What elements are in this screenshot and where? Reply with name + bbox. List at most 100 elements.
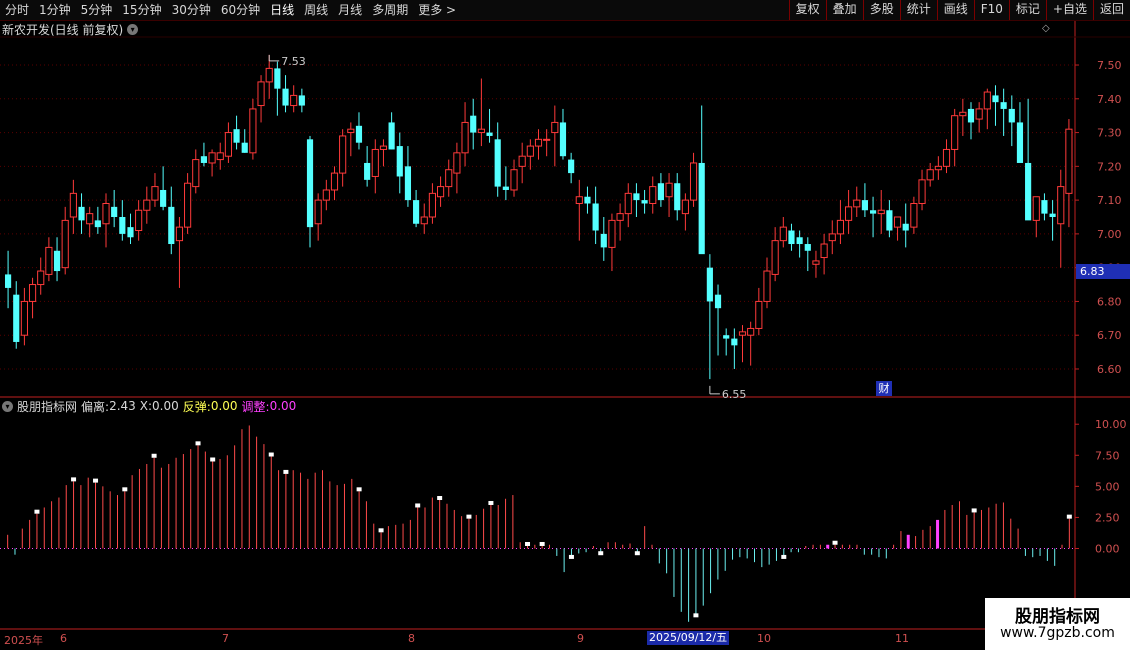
- candle-body: [184, 182, 192, 228]
- signal-marker: [488, 500, 494, 505]
- candle-body: [45, 246, 53, 275]
- candle-body: [918, 179, 926, 204]
- candle-body: [526, 145, 534, 157]
- candle-body: [257, 81, 265, 107]
- candle-body: [600, 233, 607, 248]
- candle-body: [330, 172, 339, 191]
- candle-body: [37, 270, 45, 286]
- candle-body: [1025, 162, 1032, 221]
- candle-body: [534, 138, 543, 147]
- candle-body: [470, 115, 477, 133]
- x-label: X:: [139, 399, 153, 413]
- signal-marker: [634, 551, 640, 556]
- candle-body: [747, 327, 755, 336]
- signal-marker: [268, 452, 274, 457]
- signal-marker: [832, 540, 838, 545]
- y-tick-label: 7.40: [1097, 93, 1122, 106]
- y-tick-label: 0.00: [1095, 542, 1120, 555]
- candle-body: [5, 274, 12, 288]
- candle-body: [641, 200, 648, 204]
- year-label: 2025年: [4, 634, 43, 647]
- candle-body: [388, 122, 395, 150]
- signal-marker: [93, 478, 99, 483]
- candle-body: [306, 139, 314, 228]
- candle-body: [265, 67, 273, 83]
- candle-body: [861, 200, 868, 211]
- candle-body: [812, 260, 820, 265]
- candle-body: [371, 148, 379, 177]
- watermark-url: www.7gpzb.com: [1000, 625, 1115, 641]
- candle-body: [274, 68, 281, 89]
- signal-marker: [568, 554, 574, 559]
- candle-body: [494, 139, 501, 187]
- y-tick-label: 6.60: [1097, 363, 1122, 376]
- candle-body: [119, 217, 126, 234]
- candle-body: [543, 138, 551, 141]
- candle-body: [111, 206, 118, 217]
- candle-body: [1008, 108, 1015, 123]
- candle-body: [168, 206, 175, 245]
- chart-canvas: 7.507.407.307.207.107.006.906.806.706.60…: [0, 21, 1130, 650]
- price-annotation: 7.53: [281, 55, 306, 68]
- y-tick-label: 5.00: [1095, 480, 1120, 493]
- candle-body: [94, 220, 101, 228]
- candle-body: [1032, 196, 1040, 221]
- financial-report-badge[interactable]: 财: [876, 381, 892, 396]
- candle-body: [779, 226, 787, 242]
- candle-body: [714, 294, 722, 309]
- candle-body: [763, 270, 771, 302]
- candle-body: [665, 182, 673, 198]
- candle-body: [28, 284, 37, 302]
- chevron-down-icon[interactable]: ▾: [2, 400, 13, 412]
- candle-body: [175, 226, 184, 242]
- price-annotation: 6.55: [722, 388, 747, 401]
- candle-body: [886, 210, 893, 231]
- candle-body: [69, 192, 77, 218]
- candle-body: [959, 111, 967, 117]
- candle-body: [845, 206, 853, 221]
- candle-body: [926, 169, 934, 181]
- candle-body: [61, 219, 69, 269]
- candle-body: [853, 199, 861, 208]
- candle-body: [160, 189, 167, 207]
- diamond-icon[interactable]: ◇: [1042, 23, 1050, 34]
- candle-body: [1065, 128, 1073, 194]
- month-label: 9: [577, 632, 584, 645]
- candle-body: [200, 156, 208, 163]
- candle-body: [877, 209, 885, 215]
- signal-marker: [1066, 514, 1072, 519]
- candle-body: [53, 250, 61, 272]
- candle-body: [420, 216, 428, 225]
- pianli-label: 偏离:: [81, 399, 110, 414]
- candle-body: [681, 199, 689, 215]
- candle-body: [592, 203, 599, 231]
- candle-body: [584, 196, 591, 204]
- candle-body: [633, 193, 640, 201]
- candle-body: [127, 227, 134, 238]
- candle-body: [559, 122, 567, 157]
- candle-body: [13, 294, 20, 342]
- candle-body: [86, 213, 94, 225]
- signal-marker: [693, 613, 699, 618]
- y-tick-label: 7.50: [1097, 59, 1122, 72]
- candle-body: [347, 128, 355, 134]
- chevron-down-icon[interactable]: ▾: [127, 23, 139, 35]
- candle-body: [951, 115, 959, 150]
- candle-body: [249, 108, 257, 154]
- signal-marker: [356, 487, 362, 492]
- y-tick-label: 6.70: [1097, 329, 1122, 342]
- candle-body: [396, 146, 403, 177]
- candle-body: [942, 148, 951, 167]
- candle-body: [649, 186, 657, 204]
- candle-body: [738, 331, 747, 336]
- month-label: 10: [757, 632, 771, 645]
- candle-body: [689, 162, 698, 201]
- candle-body: [510, 169, 518, 191]
- candle-body: [290, 94, 298, 107]
- candle-body: [461, 121, 469, 154]
- candle-body: [445, 169, 453, 188]
- y-tick-label: 10.00: [1095, 418, 1127, 431]
- candle-body: [241, 142, 248, 153]
- candle-body: [1000, 102, 1007, 109]
- pianli-value: 2.43: [109, 399, 136, 413]
